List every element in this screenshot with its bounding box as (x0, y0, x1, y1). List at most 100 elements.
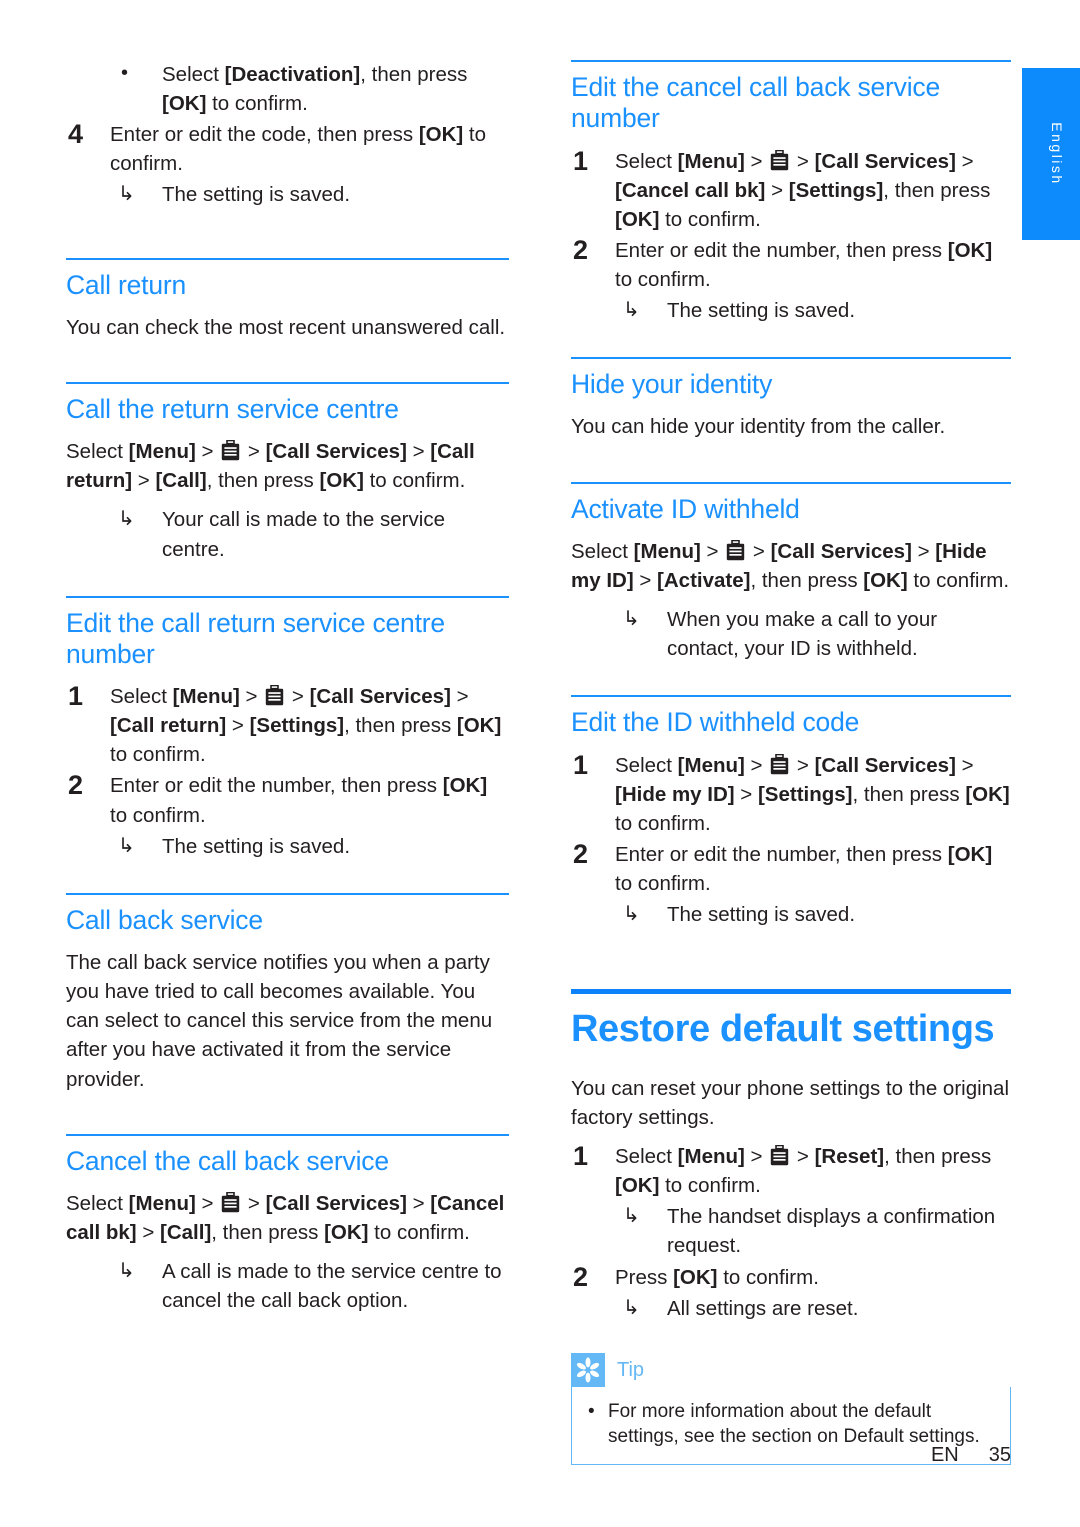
tip-label: Tip (617, 1358, 645, 1381)
briefcase-icon (221, 1191, 240, 1213)
bullet-icon: • (588, 1400, 595, 1422)
step-number: 4 (68, 119, 84, 150)
step-text: Enter or edit the number, then press [OK… (615, 842, 993, 895)
step-number: 2 (573, 234, 589, 265)
numbered-step: 1 Select [Menu] > > [Call Services] > [C… (66, 681, 509, 769)
briefcase-icon (770, 149, 789, 171)
briefcase-icon (726, 539, 745, 561)
footer-language-code: EN (930, 1444, 959, 1466)
page-number: 35 (988, 1444, 1011, 1466)
language-tab-label: English (1049, 122, 1065, 186)
step-result: ↳ The setting is saved. (571, 296, 1011, 325)
step-number: 2 (573, 838, 589, 869)
arrow-icon: ↳ (118, 834, 135, 857)
language-tab[interactable]: English (1022, 68, 1080, 240)
bullet-icon: • (121, 62, 129, 84)
section-rule (66, 892, 509, 895)
step-result-text: When you make a call to your contact, yo… (667, 608, 938, 661)
section-heading-edit-call-return-number: Edit the call return service centre numb… (66, 607, 445, 669)
step-result: ↳ The handset displays a confirmation re… (571, 1202, 1011, 1260)
step-result-text: The setting is saved. (162, 834, 351, 858)
step-result: ↳ The setting is saved. (66, 832, 509, 861)
step-result-text: The setting is saved. (667, 299, 856, 323)
step-result: ↳ A call is made to the service centre t… (66, 1257, 509, 1315)
instruction-text: Select [Menu] > > [Call Services] > [Hid… (571, 539, 1010, 592)
section-heading-edit-id-withheld-code: Edit the ID withheld code (571, 707, 860, 738)
asterisk-flower-icon (571, 1352, 605, 1387)
step-text: Enter or edit the code, then press [OK] … (110, 123, 487, 176)
section-heading-cancel-call-back-service: Cancel the call back service (66, 1145, 389, 1176)
section-heading-call-return-service-centre: Call the return service centre (66, 393, 399, 424)
section-body: You can reset your phone settings to the… (571, 1076, 1010, 1129)
step-result-text: A call is made to the service centre to … (162, 1260, 502, 1313)
left-column: • Select [Deactivation], then press [OK]… (66, 60, 509, 1317)
step-result: ↳ Your call is made to the service centr… (66, 505, 509, 563)
step-result-text: All settings are reset. (667, 1296, 859, 1320)
step-result: ↳ The setting is saved. (571, 900, 1011, 929)
section-rule (66, 381, 509, 384)
numbered-step: 2 Enter or edit the number, then press [… (66, 770, 509, 829)
step-text: Enter or edit the number, then press [OK… (615, 238, 993, 291)
step-number: 1 (573, 749, 589, 780)
step-number: 2 (68, 770, 84, 801)
step-result-text: The setting is saved. (162, 183, 351, 207)
section-body: The call back service notifies you when … (66, 951, 493, 1091)
chapter-heading-restore-default-settings: Restore default settings (571, 1008, 995, 1051)
briefcase-icon (770, 1145, 789, 1166)
right-column: Edit the cancel call back service number… (571, 60, 1011, 1466)
briefcase-icon (770, 753, 789, 775)
section-heading-hide-your-identity: Hide your identity (571, 369, 773, 400)
step-result: ↳ The setting is saved. (66, 180, 509, 209)
arrow-icon: ↳ (623, 299, 640, 322)
arrow-icon: ↳ (623, 1205, 640, 1228)
step-number: 1 (68, 681, 84, 712)
step-number: 1 (573, 145, 589, 176)
arrow-icon: ↳ (623, 903, 640, 926)
section-rule (66, 595, 509, 598)
arrow-icon: ↳ (118, 1260, 135, 1283)
section-rule (66, 1133, 509, 1136)
arrow-icon: ↳ (623, 608, 640, 631)
section-heading-call-return: Call return (66, 269, 187, 300)
numbered-step: 1 Select [Menu] > > [Reset], then press … (571, 1141, 1011, 1200)
arrow-icon: ↳ (118, 508, 135, 531)
page-footer: EN 35 (0, 1444, 1011, 1467)
step-result: ↳ All settings are reset. (571, 1294, 1011, 1323)
step-number: 1 (573, 1141, 589, 1172)
section-rule (571, 60, 1011, 62)
instruction-text: Select [Menu] > > [Call Services] > [Cal… (66, 440, 475, 493)
section-rule (66, 257, 509, 260)
step-text: Select [Menu] > > [Call Services] > [Cal… (110, 685, 502, 767)
instruction-text: Select [Menu] > > [Call Services] > [Can… (66, 1191, 505, 1244)
briefcase-icon (221, 440, 240, 461)
step-result-text: Your call is made to the service centre. (162, 508, 445, 561)
section-rule (571, 695, 1011, 698)
arrow-icon: ↳ (118, 183, 135, 206)
section-body: You can check the most recent unanswered… (66, 315, 506, 339)
numbered-step: 1 Select [Menu] > > [Call Services] > [C… (571, 145, 1011, 234)
step-number: 2 (573, 1261, 589, 1292)
numbered-step: 2 Enter or edit the number, then press [… (571, 234, 1011, 294)
list-item: • Select [Deactivation], then press [OK]… (66, 60, 509, 118)
step-result-text: The setting is saved. (667, 903, 856, 927)
list-item: • For more information about the default… (586, 1399, 996, 1450)
step-result: ↳ When you make a call to your contact, … (571, 605, 1011, 663)
section-heading-activate-id-withheld: Activate ID withheld (571, 493, 800, 524)
manual-page: • Select [Deactivation], then press [OK]… (0, 0, 1080, 1527)
step-text: Select [Menu] > > [Call Services] > [Hid… (615, 753, 1010, 835)
step-text: Select [Menu] > > [Reset], then press [O… (615, 1145, 992, 1198)
numbered-step: 2 Press [OK] to confirm. (571, 1261, 1011, 1292)
step-text: Enter or edit the number, then press [OK… (110, 774, 488, 827)
section-body: You can hide your identity from the call… (571, 415, 946, 439)
numbered-step: 2 Enter or edit the number, then press [… (571, 838, 1011, 898)
section-heading-edit-cancel-call-back-number: Edit the cancel call back service number (571, 72, 940, 134)
step-text: Press [OK] to confirm. (615, 1265, 819, 1289)
chapter-rule (571, 989, 1011, 995)
numbered-step: 4 Enter or edit the code, then press [OK… (66, 119, 509, 178)
section-rule (571, 481, 1011, 484)
arrow-icon: ↳ (623, 1296, 640, 1319)
section-heading-call-back-service: Call back service (66, 904, 263, 935)
bullet-text: Select [Deactivation], then press [OK] t… (162, 63, 468, 116)
section-rule (571, 357, 1011, 360)
briefcase-icon (265, 685, 284, 706)
